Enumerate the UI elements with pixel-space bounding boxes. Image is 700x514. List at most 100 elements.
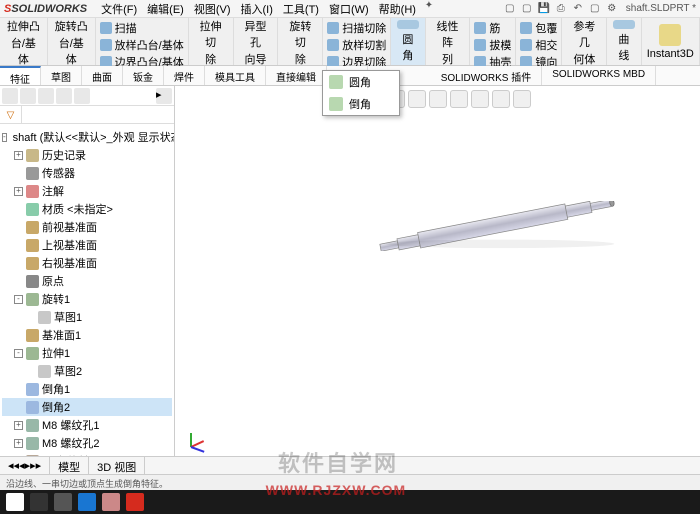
annot-icon: [26, 185, 39, 198]
open-icon[interactable]: ▢: [520, 2, 534, 16]
tree-item[interactable]: 基准面1: [2, 326, 172, 344]
expand-icon[interactable]: +: [14, 187, 23, 196]
feat-icon: [26, 347, 39, 360]
tab-plugins[interactable]: SOLIDWORKS 插件: [431, 66, 543, 85]
tab-sketch[interactable]: 草图: [41, 66, 82, 85]
menu-help[interactable]: 帮助(H): [375, 0, 420, 19]
linear-pattern-button[interactable]: 线性阵列: [426, 18, 471, 65]
expand-icon[interactable]: +: [14, 151, 23, 160]
ref-geom-button[interactable]: 参考几何体: [562, 18, 607, 65]
sheet-nav[interactable]: ◂◂◂▸▸▸: [0, 457, 50, 474]
revolve-boss-button[interactable]: 旋转凸台/基体: [48, 18, 96, 65]
menu-insert[interactable]: 插入(I): [237, 0, 277, 19]
tree-root[interactable]: -shaft (默认<<默认>_外观 显示状态>): [2, 128, 172, 146]
tree-item[interactable]: 前视基准面: [2, 218, 172, 236]
tree-item[interactable]: 传感器: [2, 164, 172, 182]
sb-ico-3[interactable]: [38, 88, 54, 104]
intersect-button[interactable]: 相交: [520, 37, 557, 53]
expand-icon[interactable]: -: [14, 349, 23, 358]
tab-features[interactable]: 特征: [0, 66, 41, 85]
dropdown-fillet[interactable]: 圆角: [323, 71, 399, 93]
tree-item[interactable]: +M8 螺纹孔2: [2, 434, 172, 452]
tree-item[interactable]: 草图2: [2, 362, 172, 380]
tree-item[interactable]: +历史记录: [2, 146, 172, 164]
revolve-cut-button[interactable]: 旋转切除: [278, 18, 323, 65]
tree-label: 前视基准面: [42, 219, 97, 235]
menu-window[interactable]: 窗口(W): [325, 0, 373, 19]
tree-item[interactable]: +注解: [2, 182, 172, 200]
view-scene-icon[interactable]: [450, 90, 468, 108]
menu-edit[interactable]: 编辑(E): [143, 0, 188, 19]
tab-surface[interactable]: 曲面: [82, 66, 123, 85]
tree-item[interactable]: -拉伸1: [2, 344, 172, 362]
orientation-triad[interactable]: [183, 426, 213, 456]
viewport[interactable]: [175, 86, 700, 486]
tab-sheetmetal[interactable]: 钣金: [123, 66, 164, 85]
solidworks-icon[interactable]: [126, 493, 144, 511]
save-icon[interactable]: 💾: [537, 2, 551, 16]
draft-button[interactable]: 拔模: [474, 37, 511, 53]
expand-icon[interactable]: +: [14, 421, 23, 430]
view-hide-icon[interactable]: [471, 90, 489, 108]
hole-wizard-button[interactable]: 异型孔向导: [234, 18, 279, 65]
sheet-model[interactable]: 模型: [50, 457, 89, 474]
tree-item[interactable]: 右视基准面: [2, 254, 172, 272]
tree-item[interactable]: +M8 螺纹孔1: [2, 416, 172, 434]
expand-icon[interactable]: +: [14, 439, 23, 448]
menu-tools[interactable]: 工具(T): [279, 0, 323, 19]
app-logo: SSOLIDWORKS: [4, 3, 87, 15]
sweep-cut-button[interactable]: 扫描切除: [327, 20, 386, 36]
sb-ico-6[interactable]: ▸: [156, 88, 172, 104]
tree-item[interactable]: -旋转1: [2, 290, 172, 308]
sb-ico-4[interactable]: [56, 88, 72, 104]
sb-ico-2[interactable]: [20, 88, 36, 104]
extrude-boss-button[interactable]: 拉伸凸台/基体: [0, 18, 48, 65]
folder-icon[interactable]: [102, 493, 120, 511]
help-icon[interactable]: ✦: [422, 0, 436, 13]
sb-ico-1[interactable]: [2, 88, 18, 104]
loft-button[interactable]: 放样凸台/基体: [100, 37, 184, 53]
view-settings-icon[interactable]: [513, 90, 531, 108]
extrude-cut-button[interactable]: 拉伸切除: [189, 18, 234, 65]
start-button-icon[interactable]: [6, 493, 24, 511]
rib-button[interactable]: 筋: [474, 20, 511, 36]
new-icon[interactable]: ▢: [503, 2, 517, 16]
undo-icon[interactable]: ↶: [571, 2, 585, 16]
sbt-filter-icon[interactable]: ▽: [0, 106, 22, 124]
ribbon: 拉伸凸台/基体 旋转凸台/基体 扫描 放样凸台/基体 边界凸台/基体 拉伸切除 …: [0, 18, 700, 66]
instant3d-button[interactable]: Instant3D: [642, 18, 700, 65]
wrap-button[interactable]: 包覆: [520, 20, 557, 36]
tab-mold[interactable]: 模具工具: [205, 66, 266, 85]
rebuild-icon[interactable]: ▢: [588, 2, 602, 16]
menu-file[interactable]: 文件(F): [97, 0, 141, 19]
print-icon[interactable]: ⎙: [554, 2, 568, 16]
sweep-button[interactable]: 扫描: [100, 20, 184, 36]
tree-item[interactable]: 上视基准面: [2, 236, 172, 254]
view-orient-icon[interactable]: [408, 90, 426, 108]
menu-view[interactable]: 视图(V): [190, 0, 235, 19]
tree-label: 原点: [42, 273, 64, 289]
fillet-button[interactable]: 圆角: [391, 18, 425, 65]
curves-button[interactable]: 曲线: [607, 18, 641, 65]
dropdown-chamfer[interactable]: 倒角: [323, 93, 399, 115]
tree-item[interactable]: 原点: [2, 272, 172, 290]
taskview-icon[interactable]: [54, 493, 72, 511]
view-display-icon[interactable]: [429, 90, 447, 108]
sheet-3dview[interactable]: 3D 视图: [89, 457, 145, 474]
watermark-text: 软件自学网: [278, 446, 398, 478]
tab-mbd[interactable]: SOLIDWORKS MBD: [542, 66, 656, 85]
taskbar-search-icon[interactable]: [30, 493, 48, 511]
feat-icon: [26, 293, 39, 306]
tab-weldments[interactable]: 焊件: [164, 66, 205, 85]
edge-icon[interactable]: [78, 493, 96, 511]
tree-item[interactable]: 材质 <未指定>: [2, 200, 172, 218]
tree-item[interactable]: 倒角2: [2, 398, 172, 416]
tree-item[interactable]: 倒角1: [2, 380, 172, 398]
loft-cut-button[interactable]: 放样切割: [327, 37, 386, 53]
options-icon[interactable]: ⚙: [605, 2, 619, 16]
view-appear-icon[interactable]: [492, 90, 510, 108]
tree-item[interactable]: 草图1: [2, 308, 172, 326]
sb-ico-5[interactable]: [74, 88, 90, 104]
tab-directedit[interactable]: 直接编辑: [266, 66, 327, 85]
expand-icon[interactable]: -: [14, 295, 23, 304]
